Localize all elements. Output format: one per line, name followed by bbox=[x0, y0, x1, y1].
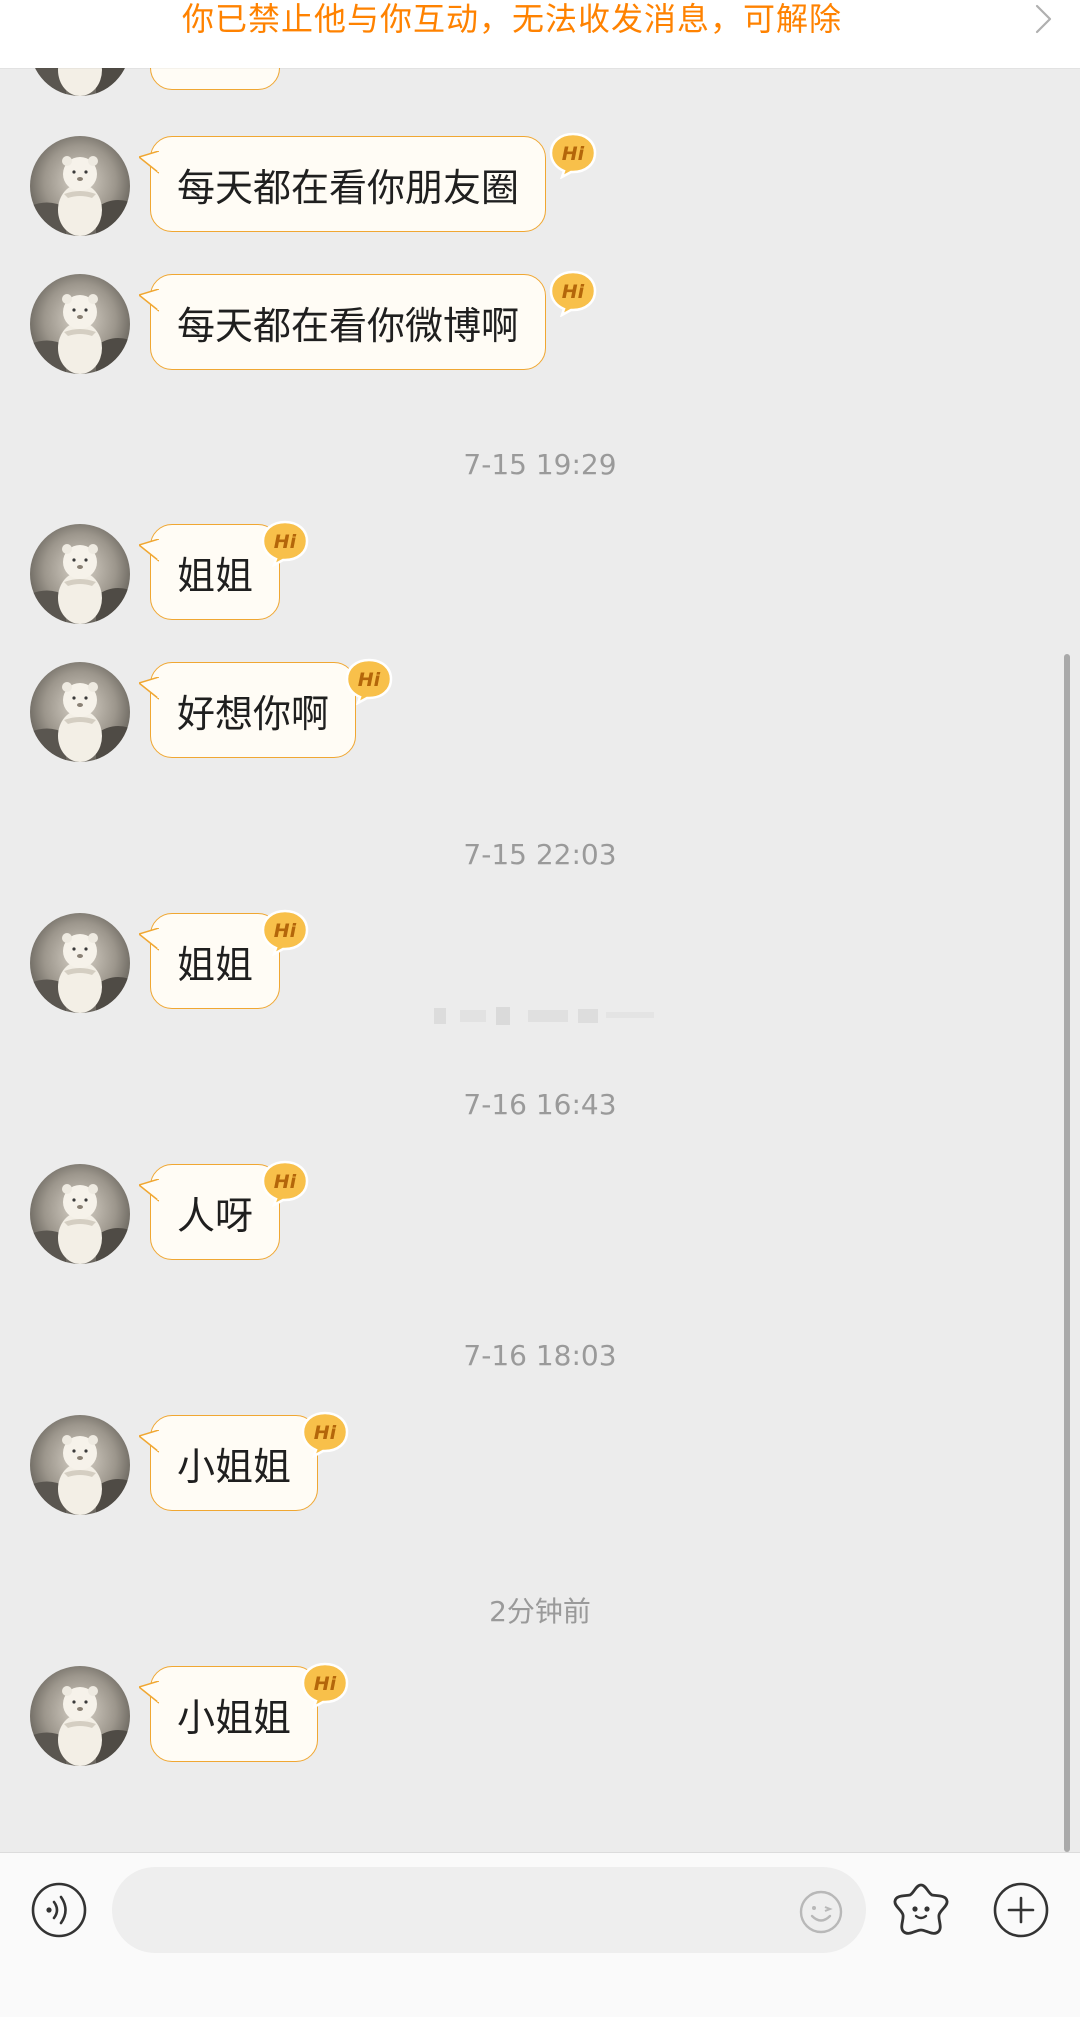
avatar[interactable] bbox=[30, 662, 130, 762]
timestamp: 7-15 22:03 bbox=[463, 838, 617, 871]
hi-badge-icon bbox=[300, 1661, 350, 1709]
chevron-right-icon bbox=[1035, 4, 1052, 34]
message-text: 每天都在看你微博啊 bbox=[177, 303, 520, 348]
favorite-icon[interactable] bbox=[890, 1879, 952, 1941]
message-text: 人呀 bbox=[177, 1193, 254, 1238]
message-text: 姐姐 bbox=[177, 942, 254, 987]
message-text: 每天都在看你朋友圈 bbox=[177, 165, 520, 210]
timestamp: 7-16 18:03 bbox=[463, 1339, 617, 1372]
message-bubble[interactable]: 每天都在看你朋友圈 bbox=[150, 136, 547, 232]
message-bubble[interactable]: 小姐姐 bbox=[150, 1666, 319, 1762]
avatar[interactable] bbox=[30, 1415, 130, 1515]
avatar[interactable] bbox=[30, 136, 130, 236]
block-notice-banner[interactable]: 你已禁止他与你互动，无法收发消息，可解除 bbox=[0, 0, 1080, 68]
scrollbar[interactable] bbox=[1064, 654, 1070, 1852]
hi-badge-icon bbox=[260, 519, 310, 567]
hi-badge-icon bbox=[344, 657, 394, 705]
avatar[interactable] bbox=[30, 274, 130, 374]
avatar[interactable] bbox=[30, 1164, 130, 1264]
chat-screen: 你已禁止他与你互动，无法收发消息，可解除 姐姐 每天都在看你朋友圈 每天都在看你… bbox=[0, 0, 1080, 2017]
bubble-tail bbox=[139, 1681, 159, 1705]
message-bubble[interactable]: 每天都在看你微博啊 bbox=[150, 274, 547, 370]
avatar[interactable] bbox=[30, 913, 130, 1013]
avatar[interactable] bbox=[30, 1666, 130, 1766]
bubble-tail bbox=[139, 289, 159, 313]
message-text: 小姐姐 bbox=[177, 1695, 292, 1740]
message-text: 好想你啊 bbox=[177, 691, 330, 736]
plus-icon[interactable] bbox=[992, 1881, 1050, 1939]
bubble-tail bbox=[139, 539, 159, 563]
message-text: 姐姐 bbox=[177, 553, 254, 598]
timestamp: 2分钟前 bbox=[489, 1595, 591, 1628]
hi-badge-icon bbox=[548, 131, 598, 179]
block-notice-text: 你已禁止他与你互动，无法收发消息，可解除 bbox=[182, 0, 843, 38]
hi-badge-icon bbox=[548, 269, 598, 317]
hi-badge-icon bbox=[260, 908, 310, 956]
faded-text-artifact bbox=[434, 1007, 654, 1025]
message-input[interactable] bbox=[112, 1867, 866, 1953]
timestamp: 7-15 19:29 bbox=[463, 448, 617, 481]
bubble-tail bbox=[139, 1179, 159, 1203]
timestamp: 7-16 16:43 bbox=[463, 1088, 617, 1121]
input-bar bbox=[0, 1852, 1080, 2017]
message-bubble[interactable]: 小姐姐 bbox=[150, 1415, 319, 1511]
hi-badge-icon bbox=[300, 1410, 350, 1458]
avatar[interactable] bbox=[30, 524, 130, 624]
bubble-tail bbox=[139, 677, 159, 701]
bubble-tail bbox=[139, 928, 159, 952]
hi-badge-icon bbox=[260, 1159, 310, 1207]
voice-icon[interactable] bbox=[30, 1881, 88, 1939]
message-bubble[interactable]: 好想你啊 bbox=[150, 662, 357, 758]
message-text: 小姐姐 bbox=[177, 1444, 292, 1489]
emoji-icon[interactable] bbox=[798, 1889, 844, 1935]
bubble-tail bbox=[139, 1430, 159, 1454]
bubble-tail bbox=[139, 151, 159, 175]
